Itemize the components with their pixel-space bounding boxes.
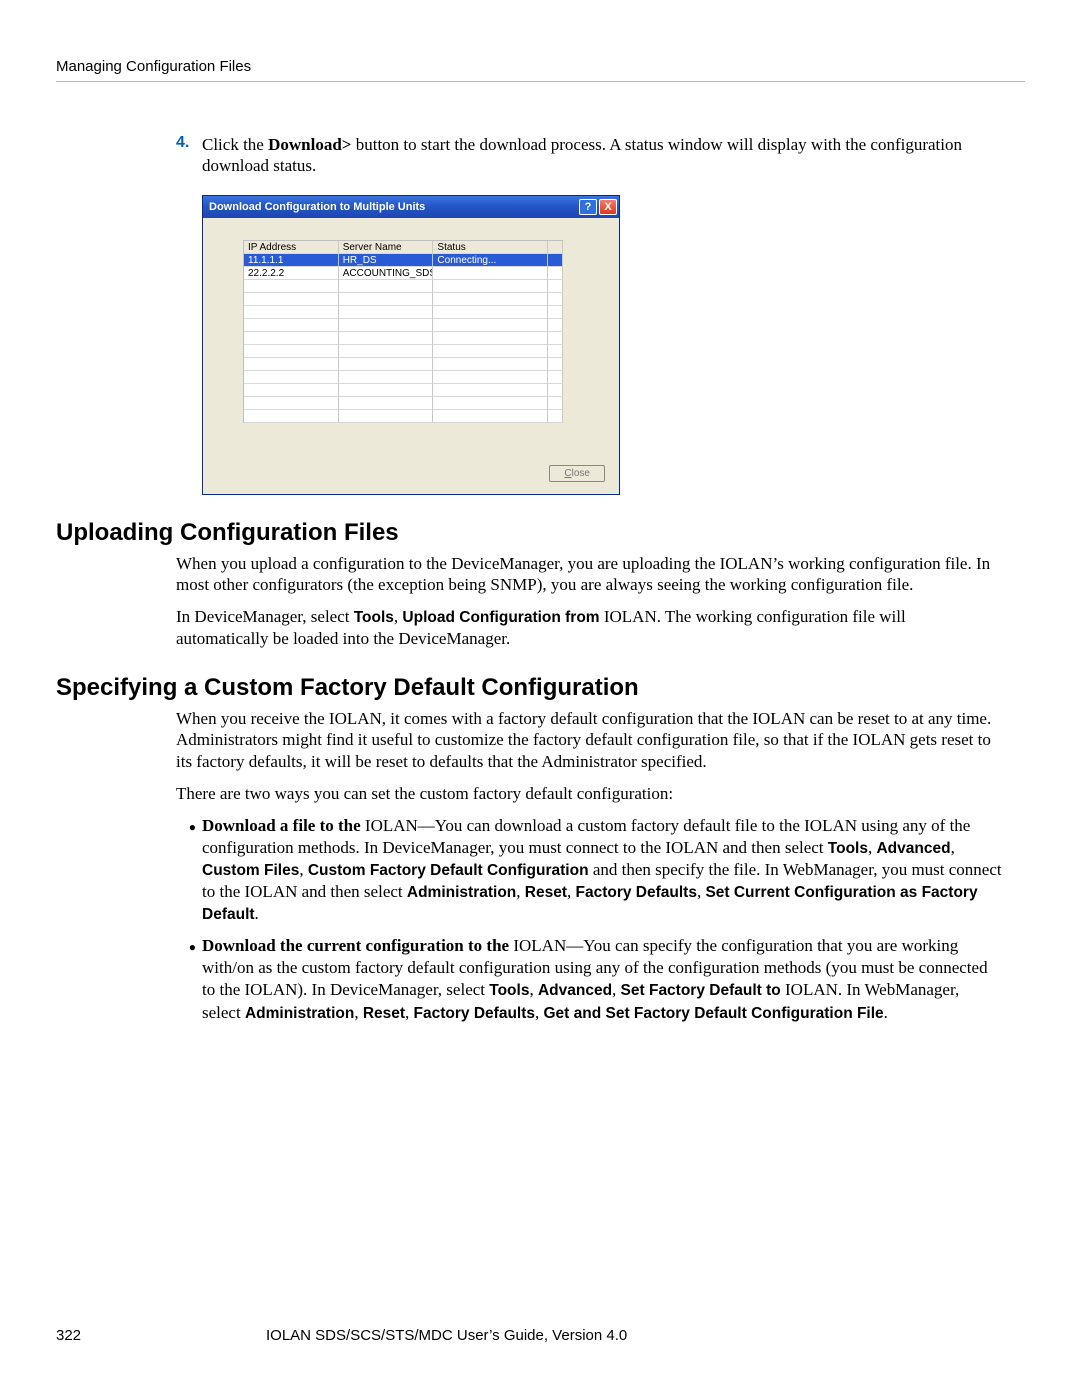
step-text-pre: Click the (202, 135, 268, 154)
m: Advanced (538, 982, 612, 999)
upload-p2: In DeviceManager, select Tools, Upload C… (176, 606, 1002, 650)
m: Custom Factory Default Configuration (308, 862, 589, 879)
download-config-dialog: Download Configuration to Multiple Units… (202, 195, 620, 495)
lead: Download a file to the (202, 816, 365, 835)
step-4: 4. Click the Download> button to start t… (176, 134, 1000, 177)
table-row[interactable] (244, 319, 563, 332)
m: Custom Files (202, 862, 299, 879)
m: Factory Defaults (414, 1005, 535, 1022)
cell-spacer (548, 254, 563, 267)
m: Administration (245, 1005, 354, 1022)
custom-p2: There are two ways you can set the custo… (176, 783, 1002, 805)
close-icon[interactable]: X (599, 199, 617, 215)
footer-title: IOLAN SDS/SCS/STS/MDC User’s Guide, Vers… (256, 1327, 1024, 1344)
m: Set Factory Default to (621, 982, 781, 999)
t: , (354, 1003, 363, 1022)
cell-status: Connecting... (433, 254, 548, 267)
cell-ip: 11.1.1.1 (244, 254, 339, 267)
custom-p1: When you receive the IOLAN, it comes wit… (176, 708, 1002, 773)
download-label: Download> (268, 135, 351, 154)
col-status: Status (433, 241, 548, 254)
m: Administration (407, 884, 516, 901)
dialog-title: Download Configuration to Multiple Units (209, 201, 425, 213)
t: , (951, 838, 955, 857)
step-text: Click the Download> button to start the … (202, 134, 1000, 177)
table-row[interactable]: 22.2.2.2 ACCOUNTING_SDS (244, 267, 563, 280)
table-row[interactable] (244, 371, 563, 384)
page-footer: 322 IOLAN SDS/SCS/STS/MDC User’s Guide, … (56, 1327, 1024, 1344)
cell-status (433, 267, 548, 280)
help-icon[interactable]: ? (579, 199, 597, 215)
table-row[interactable] (244, 280, 563, 293)
close-button[interactable]: Close (549, 465, 605, 482)
m: Get and Set Factory Default Configuratio… (544, 1005, 884, 1022)
table-row[interactable] (244, 384, 563, 397)
col-ip: IP Address (244, 241, 339, 254)
m: Factory Defaults (575, 884, 696, 901)
lead: Download the current configuration to th… (202, 936, 513, 955)
t: . (884, 1003, 888, 1022)
t: , (535, 1003, 544, 1022)
cell-server: ACCOUNTING_SDS (339, 267, 434, 280)
t: . (255, 904, 259, 923)
table-row[interactable] (244, 410, 563, 423)
t: In DeviceManager, select (176, 607, 354, 626)
t: , (516, 882, 525, 901)
table-row[interactable] (244, 293, 563, 306)
col-spacer (548, 241, 563, 254)
upload-p1: When you upload a configuration to the D… (176, 553, 1002, 597)
table-row[interactable] (244, 397, 563, 410)
menu-tools: Tools (354, 609, 394, 626)
table-row[interactable] (244, 358, 563, 371)
bullet-download-current: Download the current configuration to th… (202, 935, 1002, 1023)
close-mnemonic: C (564, 468, 571, 479)
bullet-download-file: Download a file to the IOLAN—You can dow… (202, 815, 1002, 926)
menu-upload-config: Upload Configuration from (402, 609, 599, 626)
t: , (529, 980, 538, 999)
cell-spacer (548, 267, 563, 280)
close-rest: lose (572, 468, 590, 479)
header-rule (56, 81, 1025, 82)
cell-server: HR_DS (339, 254, 434, 267)
table-row[interactable] (244, 306, 563, 319)
units-grid: IP Address Server Name Status 11.1.1.1 H… (243, 240, 563, 423)
m: Tools (828, 840, 868, 857)
running-header: Managing Configuration Files (56, 58, 1025, 75)
m: Tools (489, 982, 529, 999)
heading-custom-default: Specifying a Custom Factory Default Conf… (56, 674, 1025, 702)
table-row[interactable]: 11.1.1.1 HR_DS Connecting... (244, 254, 563, 267)
table-row[interactable] (244, 345, 563, 358)
m: Reset (363, 1005, 405, 1022)
grid-header: IP Address Server Name Status (244, 241, 563, 254)
table-row[interactable] (244, 332, 563, 345)
page-number: 322 (56, 1327, 256, 1344)
m: Reset (525, 884, 567, 901)
col-server: Server Name (339, 241, 434, 254)
dialog-titlebar: Download Configuration to Multiple Units… (203, 196, 619, 218)
m: Advanced (876, 840, 950, 857)
cell-ip: 22.2.2.2 (244, 267, 339, 280)
t: , (299, 860, 308, 879)
t: , (612, 980, 621, 999)
t: , (405, 1003, 414, 1022)
heading-uploading: Uploading Configuration Files (56, 519, 1025, 547)
step-number: 4. (176, 134, 202, 177)
